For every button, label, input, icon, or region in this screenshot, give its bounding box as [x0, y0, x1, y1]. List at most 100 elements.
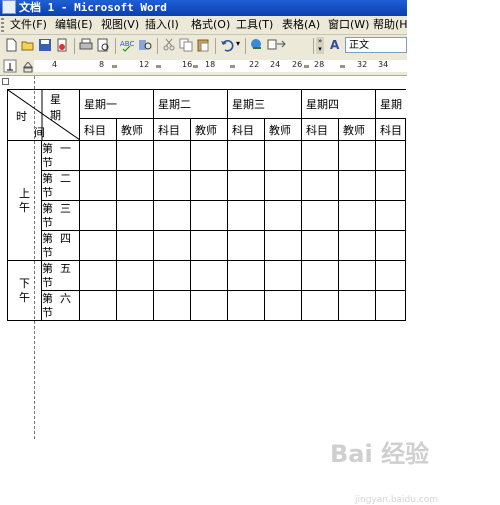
table-cell[interactable]: [79, 230, 117, 261]
table-cell[interactable]: [153, 290, 191, 321]
table-cell[interactable]: [116, 170, 154, 201]
styles-formatting-icon[interactable]: A: [330, 38, 343, 52]
spelling-grammar-icon[interactable]: ABC: [120, 38, 134, 52]
day-header-mon[interactable]: 星期一: [79, 89, 154, 119]
indent-marker-icon[interactable]: [23, 62, 33, 73]
open-folder-icon[interactable]: [21, 38, 35, 52]
table-cell[interactable]: [227, 230, 265, 261]
table-cell[interactable]: [227, 290, 265, 321]
subheader-subject[interactable]: 科目: [79, 118, 117, 141]
table-cell[interactable]: [301, 170, 339, 201]
table-column-marker[interactable]: [340, 65, 345, 68]
table-cell[interactable]: [190, 260, 228, 291]
table-cell[interactable]: [375, 290, 406, 321]
day-header-fri[interactable]: 星期: [375, 89, 406, 119]
subheader-teacher[interactable]: 教师: [338, 118, 376, 141]
subheader-subject[interactable]: 科目: [153, 118, 191, 141]
table-cell[interactable]: [79, 290, 117, 321]
subheader-subject[interactable]: 科目: [375, 118, 406, 141]
table-cell[interactable]: [227, 200, 265, 231]
table-cell[interactable]: [338, 200, 376, 231]
schedule-table[interactable]: 星 期 时 间 星期一 星期二 星期三 星期四 星期 科目 教师 科目 教师 科…: [7, 89, 406, 321]
table-cell[interactable]: [301, 200, 339, 231]
table-cell[interactable]: [264, 140, 302, 171]
permission-icon[interactable]: [55, 38, 69, 52]
table-column-marker[interactable]: [156, 65, 161, 68]
table-column-marker[interactable]: [193, 65, 198, 68]
research-icon[interactable]: [138, 38, 152, 52]
tab-selector-icon[interactable]: [3, 59, 17, 73]
table-cell[interactable]: [79, 200, 117, 231]
table-cell[interactable]: [116, 230, 154, 261]
table-cell[interactable]: [190, 230, 228, 261]
table-cell[interactable]: [116, 140, 154, 171]
table-cell[interactable]: [338, 230, 376, 261]
table-column-marker[interactable]: [304, 65, 309, 68]
table-cell[interactable]: [264, 260, 302, 291]
print-icon[interactable]: [79, 38, 93, 52]
day-header-thu[interactable]: 星期四: [301, 89, 376, 119]
table-cell[interactable]: [338, 290, 376, 321]
style-select[interactable]: 正文: [345, 37, 407, 53]
document-area[interactable]: 星 期 时 间 星期一 星期二 星期三 星期四 星期 科目 教师 科目 教师 科…: [0, 76, 500, 505]
session-morning-label[interactable]: 上午: [7, 140, 42, 261]
menu-window[interactable]: 窗口(W): [328, 18, 369, 32]
table-cell[interactable]: [375, 200, 406, 231]
table-cell[interactable]: [301, 140, 339, 171]
table-cell[interactable]: [190, 170, 228, 201]
table-cell[interactable]: [116, 200, 154, 231]
table-cell[interactable]: [227, 260, 265, 291]
period-1-label[interactable]: 第 一节: [41, 140, 80, 171]
subheader-teacher[interactable]: 教师: [190, 118, 228, 141]
table-cell[interactable]: [227, 140, 265, 171]
table-cell[interactable]: [375, 140, 406, 171]
insert-hyperlink-icon[interactable]: [250, 38, 264, 52]
print-preview-icon[interactable]: [96, 38, 110, 52]
subheader-subject[interactable]: 科目: [227, 118, 265, 141]
cut-icon[interactable]: [162, 38, 176, 52]
table-cell[interactable]: [338, 260, 376, 291]
table-cell[interactable]: [79, 260, 117, 291]
table-cell[interactable]: [153, 200, 191, 231]
subheader-teacher[interactable]: 教师: [116, 118, 154, 141]
table-cell[interactable]: [79, 140, 117, 171]
toolbar-grip[interactable]: [1, 18, 4, 32]
table-cell[interactable]: [338, 170, 376, 201]
table-cell[interactable]: [338, 140, 376, 171]
copy-icon[interactable]: [179, 38, 193, 52]
table-column-marker[interactable]: [112, 65, 117, 68]
session-afternoon-label[interactable]: 下午: [7, 260, 42, 321]
day-header-tue[interactable]: 星期二: [153, 89, 228, 119]
ruler-bar[interactable]: [34, 60, 407, 72]
table-cell[interactable]: [190, 140, 228, 171]
new-document-icon[interactable]: [4, 38, 18, 52]
table-cell[interactable]: [79, 170, 117, 201]
undo-dropdown-icon[interactable]: ▾: [236, 39, 240, 48]
table-cell[interactable]: [375, 170, 406, 201]
menu-file[interactable]: 文件(F): [10, 18, 47, 32]
table-move-handle-icon[interactable]: [2, 78, 9, 85]
period-2-label[interactable]: 第 二节: [41, 170, 80, 201]
table-cell[interactable]: [264, 170, 302, 201]
save-icon[interactable]: [38, 38, 52, 52]
table-corner-header[interactable]: 星 期 时 间: [7, 89, 80, 141]
table-cell[interactable]: [153, 170, 191, 201]
subheader-subject[interactable]: 科目: [301, 118, 339, 141]
table-cell[interactable]: [301, 290, 339, 321]
menu-format[interactable]: 格式(O): [191, 18, 230, 32]
paste-icon[interactable]: [196, 38, 210, 52]
table-cell[interactable]: [153, 140, 191, 171]
table-cell[interactable]: [190, 290, 228, 321]
period-5-label[interactable]: 第 五节: [41, 260, 80, 291]
subheader-teacher[interactable]: 教师: [264, 118, 302, 141]
table-cell[interactable]: [375, 230, 406, 261]
table-cell[interactable]: [190, 200, 228, 231]
menu-edit[interactable]: 编辑(E): [55, 18, 93, 32]
table-cell[interactable]: [153, 230, 191, 261]
tables-borders-icon[interactable]: [267, 38, 287, 52]
table-cell[interactable]: [153, 260, 191, 291]
table-cell[interactable]: [264, 230, 302, 261]
table-cell[interactable]: [264, 200, 302, 231]
table-cell[interactable]: [116, 260, 154, 291]
table-cell[interactable]: [264, 290, 302, 321]
